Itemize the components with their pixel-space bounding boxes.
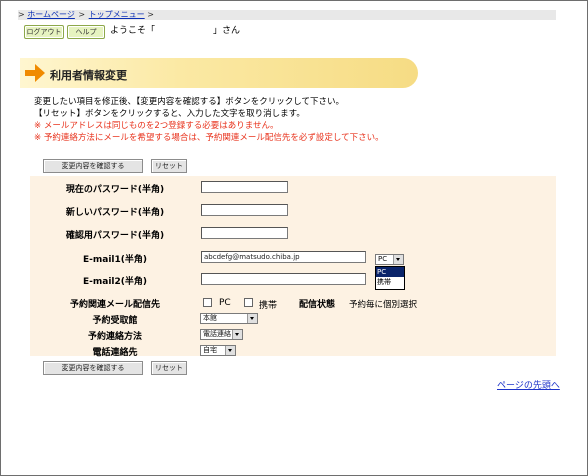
instruction-line-2: 【リセット】ボタンをクリックすると、入力した文字を取り消します。 [34,109,305,119]
breadcrumb: > ホームページ > トップメニュー > [18,10,556,20]
mail-target-pc-label: PC [219,298,231,308]
email1-type-select[interactable]: PC [375,254,404,265]
new-password-input[interactable] [201,204,288,216]
welcome-prefix: ようこそ「 [110,26,156,36]
email1-type-selected: PC [378,255,388,263]
pickup-library-label: 予約受取館 [92,316,138,326]
email1-input[interactable] [201,251,366,263]
mail-target-pc-checkbox[interactable] [203,298,212,307]
mail-target-mobile-label: 携帯 [259,301,278,311]
pickup-library-select[interactable]: 本館 [200,313,258,324]
new-password-label: 新しいパスワード(半角) [65,208,165,218]
delivery-status-value: 予約毎に個別選択 [349,300,418,310]
chevron-down-icon [247,314,257,323]
logout-button[interactable]: ログアウト [24,25,64,39]
instruction-line-1: 変更したい項目を修正後、【変更内容を確認する】ボタンをクリックして下さい。 [34,97,344,107]
email1-type-option-mobile[interactable]: 携帯 [376,277,404,287]
delivery-status-label: 配信状態 [299,300,336,310]
reset-button-top[interactable]: リセット [151,159,187,173]
phone-contact-select[interactable]: 自宅 [200,345,236,356]
email2-input[interactable] [201,273,366,285]
welcome-suffix: 」さん [213,26,241,36]
note-email-required: ※ 予約連絡方法にメールを希望する場合は、予約関連メール配信先を必ず設定して下さ… [34,133,384,143]
breadcrumb-home-link[interactable]: ホームページ [27,10,75,19]
confirm-password-label: 確認用パスワード(半角) [65,231,165,241]
instructions: 変更したい項目を修正後、【変更内容を確認する】ボタンをクリックして下さい。 【リ… [34,96,384,144]
phone-contact-label: 電話連絡先 [92,348,138,358]
reset-button-bottom[interactable]: リセット [151,361,187,375]
chevron-down-icon [393,255,403,264]
breadcrumb-top-menu-link[interactable]: トップメニュー [89,10,145,19]
arrow-right-icon [25,64,45,82]
email1-type-option-pc[interactable]: PC [376,267,404,277]
mail-target-mobile-checkbox[interactable] [244,298,253,307]
confirm-changes-button-bottom[interactable]: 変更内容を確認する [43,361,143,375]
phone-contact-selected: 自宅 [203,346,217,354]
contact-method-label: 予約連絡方法 [87,332,142,342]
email2-label: E-mail2(半角) [83,277,147,287]
pickup-library-selected: 本館 [203,314,217,322]
breadcrumb-separator: > [78,10,86,19]
email1-label: E-mail1(半角) [83,255,147,265]
breadcrumb-prefix: > [18,10,25,19]
mail-target-label: 予約関連メール配信先 [69,300,160,310]
confirm-password-input[interactable] [201,227,288,239]
back-to-top-link[interactable]: ページの先頭へ [497,378,560,391]
chevron-down-icon [232,330,242,339]
welcome-message: ようこそ「 」さん [110,25,240,37]
breadcrumb-suffix: > [147,10,154,19]
note-email-duplicate: ※ メールアドレスは同じものを2つ登録する必要はありません。 [34,121,279,131]
current-password-label: 現在のパスワード(半角) [65,185,165,195]
contact-method-select[interactable]: 電話連絡 [200,329,243,340]
email1-type-dropdown: PC 携帯 [375,266,405,290]
current-password-input[interactable] [201,181,288,193]
chevron-down-icon [225,346,235,355]
confirm-changes-button-top[interactable]: 変更内容を確認する [43,159,143,173]
page-title: 利用者情報変更 [50,69,127,82]
contact-method-selected: 電話連絡 [203,330,231,338]
help-button[interactable]: ヘルプ [67,25,105,39]
